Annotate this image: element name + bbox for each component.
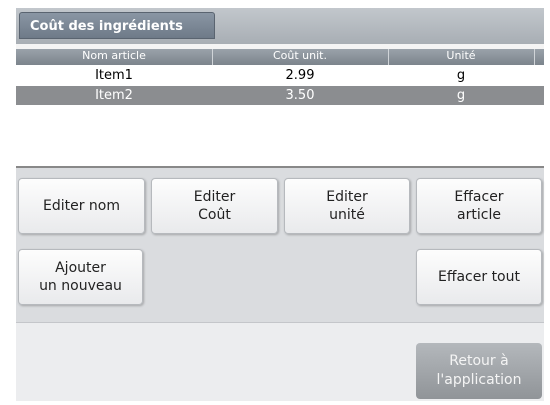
edit-unit-button[interactable]: Editer unité (284, 178, 410, 234)
header-name: Nom article (82, 49, 146, 62)
edit-cost-button[interactable]: Editer Coût (151, 178, 278, 234)
row-unit: g (456, 68, 466, 83)
column-separator (534, 49, 535, 65)
edit-name-button[interactable]: Editer nom (18, 178, 145, 234)
page-title: Coût des ingrédients (19, 12, 215, 39)
ingredients-table: Nom article Coût unit. Unité Item1 2.99 … (16, 49, 544, 166)
back-to-application-button[interactable]: Retour à l'application (416, 343, 542, 399)
table-row-selected[interactable]: Item2 3.50 g (16, 86, 544, 105)
table-header: Nom article Coût unit. Unité (16, 49, 544, 65)
header-unit: Unité (446, 49, 476, 62)
column-separator (388, 49, 389, 65)
add-new-button[interactable]: Ajouter un nouveau (18, 249, 143, 305)
delete-all-button[interactable]: Effacer tout (416, 249, 542, 305)
row-name: Item1 (95, 68, 133, 83)
row-cost: 2.99 (285, 68, 315, 83)
row-name: Item2 (95, 88, 133, 103)
screen: Coût des ingrédients Nom article Coût un… (16, 8, 544, 401)
header-cost: Coût unit. (272, 49, 327, 62)
table-row[interactable]: Item1 2.99 g (16, 66, 544, 85)
bottom-bar: Retour à l'application (16, 322, 544, 401)
delete-item-button[interactable]: Effacer article (416, 178, 542, 234)
row-cost: 3.50 (285, 88, 315, 103)
row-unit: g (456, 88, 466, 103)
column-separator (212, 49, 213, 65)
action-panel: Editer nom Editer Coût Editer unité Effa… (16, 168, 544, 322)
title-bar: Coût des ingrédients (16, 8, 544, 44)
